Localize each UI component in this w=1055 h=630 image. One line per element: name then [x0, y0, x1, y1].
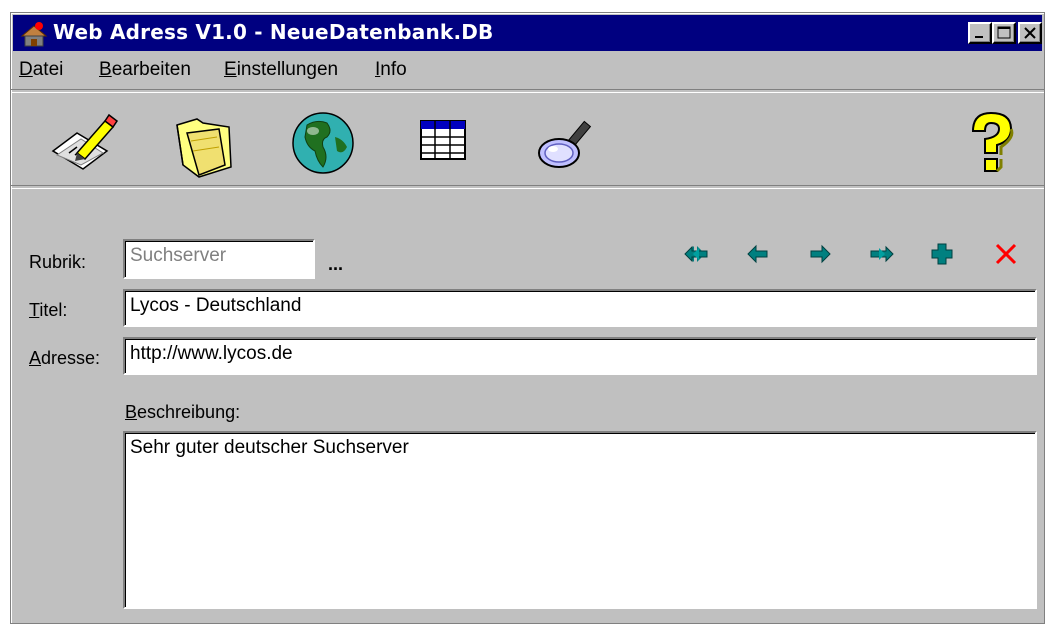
beschreibung-textarea[interactable]: Sehr guter deutscher Suchserver: [123, 431, 1037, 609]
titel-label: Titel:: [29, 300, 68, 320]
first-record-icon[interactable]: [683, 241, 709, 267]
beschreibung-label: Beschreibung:: [125, 402, 241, 422]
maximize-icon: [997, 26, 1011, 39]
menu-separator: [11, 89, 1044, 93]
delete-record-icon[interactable]: [993, 241, 1019, 267]
edit-icon[interactable]: [47, 107, 119, 179]
app-house-icon: [20, 22, 48, 47]
menu-info[interactable]: Info: [375, 59, 407, 81]
rubrik-browse-button[interactable]: ...: [328, 253, 343, 275]
close-button[interactable]: [1018, 22, 1042, 44]
rubrik-label: Rubrik:: [29, 252, 87, 272]
folder-icon[interactable]: [169, 107, 241, 179]
window-title: Web Adress V1.0 - NeueDatenbank.DB: [53, 20, 494, 44]
prev-record-icon[interactable]: [745, 241, 771, 267]
last-record-icon[interactable]: [869, 241, 895, 267]
help-icon[interactable]: [955, 107, 1027, 179]
table-icon[interactable]: [407, 107, 479, 179]
adresse-field[interactable]: http://www.lycos.de: [123, 337, 1037, 375]
adresse-label: Adresse:: [29, 348, 101, 368]
close-icon: [1024, 27, 1036, 39]
title-bar[interactable]: Web Adress V1.0 - NeueDatenbank.DB: [13, 15, 1042, 51]
toolbar-separator: [11, 185, 1044, 189]
menu-datei[interactable]: Datei: [19, 59, 63, 81]
menu-bar: Datei Bearbeiten Einstellungen Info: [13, 53, 1042, 87]
globe-icon[interactable]: [287, 107, 359, 179]
minimize-button[interactable]: [968, 22, 992, 44]
next-record-icon[interactable]: [807, 241, 833, 267]
titel-field[interactable]: Lycos - Deutschland: [123, 289, 1037, 327]
menu-einstellungen[interactable]: Einstellungen: [224, 59, 338, 81]
rubrik-field[interactable]: Suchserver: [123, 239, 315, 279]
menu-bearbeiten[interactable]: Bearbeiten: [99, 59, 191, 81]
minimize-icon: [975, 36, 983, 38]
main-window: Web Adress V1.0 - NeueDatenbank.DB Datei…: [10, 12, 1045, 624]
add-record-icon[interactable]: [929, 241, 955, 267]
maximize-button[interactable]: [992, 22, 1016, 44]
search-icon[interactable]: [531, 107, 603, 179]
